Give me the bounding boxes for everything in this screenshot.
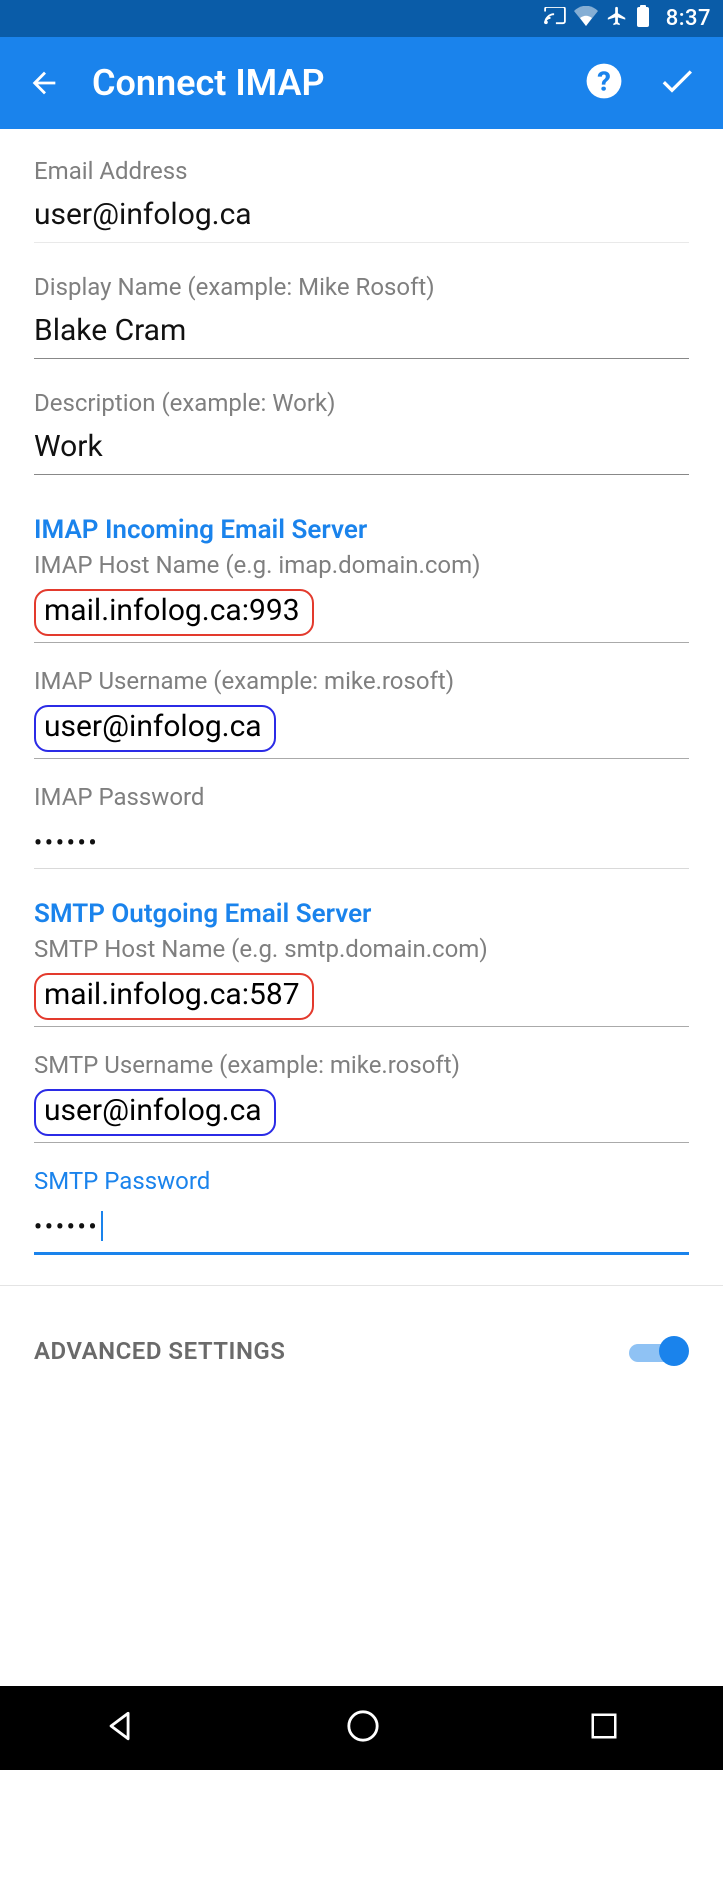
app-bar: Connect IMAP ? — [0, 37, 723, 129]
status-clock: 8:37 — [666, 6, 711, 31]
confirm-button[interactable] — [657, 61, 697, 105]
smtp-pass-field-group: SMTP Password •••••• — [34, 1167, 689, 1255]
imap-user-input[interactable]: user@infolog.ca — [44, 709, 262, 744]
system-nav-bar — [0, 1686, 723, 1770]
imap-pass-field-group: IMAP Password •••••• — [34, 783, 689, 869]
display-name-field-group: Display Name (example: Mike Rosoft) Blak… — [34, 273, 689, 359]
imap-section-heading: IMAP Incoming Email Server — [34, 515, 689, 545]
smtp-host-field-group: SMTP Host Name (e.g. smtp.domain.com) ma… — [34, 935, 689, 1027]
imap-pass-input[interactable]: •••••• — [34, 819, 689, 869]
imap-user-label: IMAP Username (example: mike.rosoft) — [34, 667, 689, 695]
nav-back-button[interactable] — [104, 1709, 138, 1747]
smtp-user-field-group: SMTP Username (example: mike.rosoft) use… — [34, 1051, 689, 1143]
display-name-input[interactable]: Blake Cram — [34, 309, 689, 359]
imap-user-field-group: IMAP Username (example: mike.rosoft) use… — [34, 667, 689, 759]
wifi-icon — [574, 6, 598, 32]
help-button[interactable]: ? — [585, 62, 623, 104]
smtp-host-highlight: mail.infolog.ca:587 — [34, 973, 314, 1020]
nav-home-button[interactable] — [346, 1709, 380, 1747]
advanced-settings-label: ADVANCED SETTINGS — [34, 1337, 285, 1365]
svg-text:?: ? — [597, 66, 611, 98]
smtp-pass-label: SMTP Password — [34, 1167, 689, 1195]
divider — [0, 1285, 723, 1286]
smtp-host-input[interactable]: mail.infolog.ca:587 — [44, 977, 300, 1012]
airplane-icon — [606, 5, 628, 33]
smtp-host-label: SMTP Host Name (e.g. smtp.domain.com) — [34, 935, 689, 963]
description-field-group: Description (example: Work) Work — [34, 389, 689, 475]
status-bar: 8:37 — [0, 0, 723, 37]
smtp-pass-input[interactable]: •••••• — [34, 1203, 689, 1255]
cast-icon — [544, 6, 566, 31]
imap-host-label: IMAP Host Name (e.g. imap.domain.com) — [34, 551, 689, 579]
advanced-settings-row[interactable]: ADVANCED SETTINGS — [0, 1306, 723, 1396]
form-content: Email Address user@infolog.ca Display Na… — [0, 129, 723, 1306]
imap-user-highlight: user@infolog.ca — [34, 705, 276, 752]
imap-host-field-group: IMAP Host Name (e.g. imap.domain.com) ma… — [34, 551, 689, 643]
email-input[interactable]: user@infolog.ca — [34, 193, 689, 243]
email-label: Email Address — [34, 157, 689, 185]
smtp-user-label: SMTP Username (example: mike.rosoft) — [34, 1051, 689, 1079]
text-cursor — [101, 1211, 103, 1241]
smtp-section-heading: SMTP Outgoing Email Server — [34, 899, 689, 929]
imap-pass-label: IMAP Password — [34, 783, 689, 811]
imap-host-input[interactable]: mail.infolog.ca:993 — [44, 593, 300, 628]
battery-icon — [636, 5, 650, 33]
smtp-user-input[interactable]: user@infolog.ca — [44, 1093, 262, 1128]
email-field-group: Email Address user@infolog.ca — [34, 157, 689, 243]
description-input[interactable]: Work — [34, 425, 689, 475]
imap-host-highlight: mail.infolog.ca:993 — [34, 589, 314, 636]
description-label: Description (example: Work) — [34, 389, 689, 417]
back-button[interactable] — [16, 66, 72, 100]
page-title: Connect IMAP — [72, 62, 585, 104]
status-icons — [544, 5, 650, 33]
advanced-settings-toggle[interactable] — [629, 1334, 689, 1368]
nav-recent-button[interactable] — [589, 1711, 619, 1745]
display-name-label: Display Name (example: Mike Rosoft) — [34, 273, 689, 301]
smtp-user-highlight: user@infolog.ca — [34, 1089, 276, 1136]
